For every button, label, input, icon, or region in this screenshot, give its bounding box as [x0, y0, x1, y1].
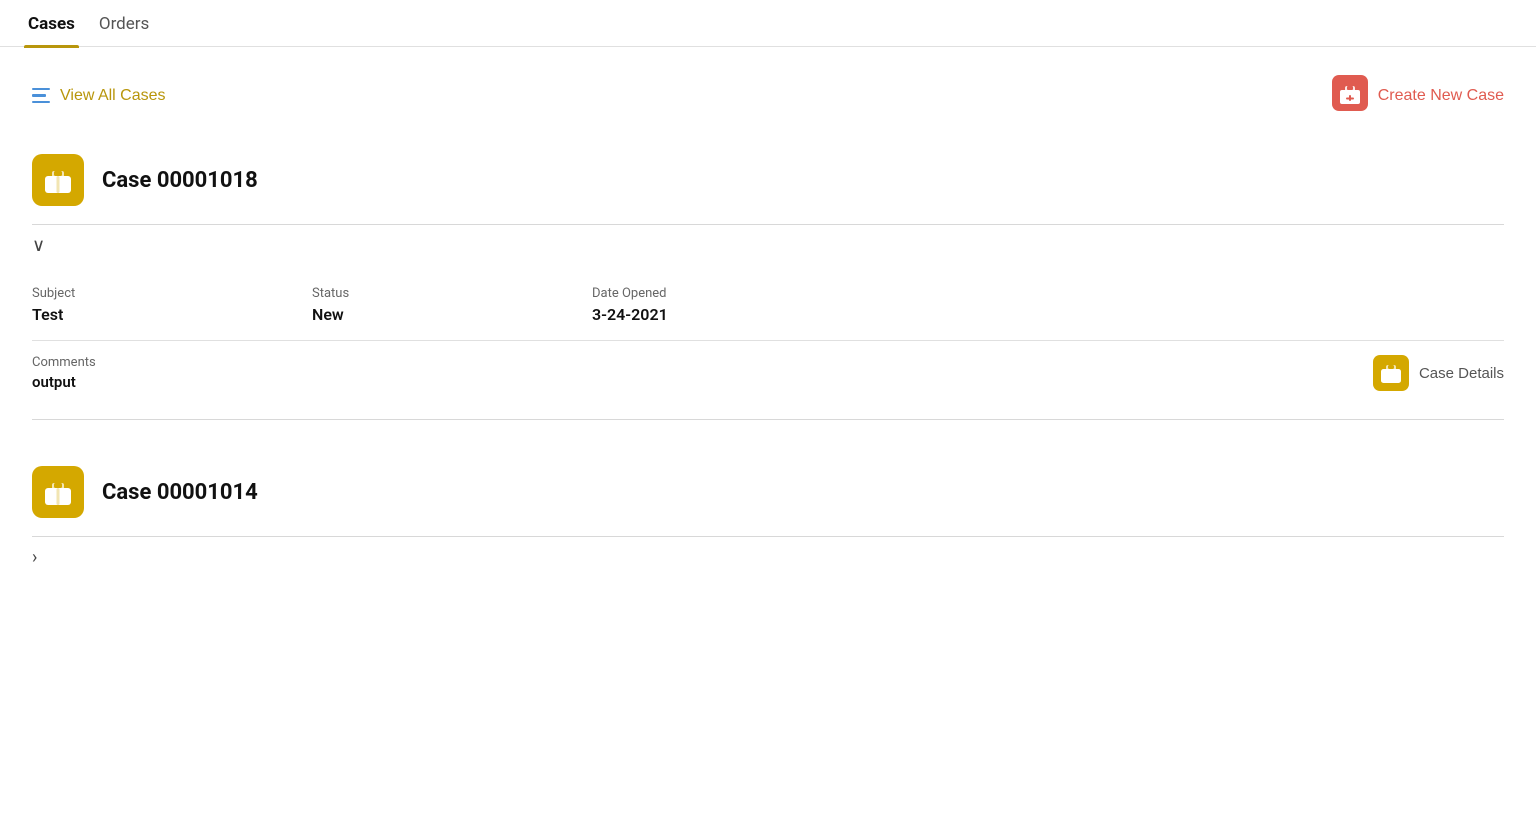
case-block-2: Case 00001014 ›: [0, 448, 1536, 578]
create-case-icon: [1332, 75, 1368, 116]
comments-row-1: Comments output Case Details: [32, 341, 1504, 407]
create-new-case-button[interactable]: Create New Case: [1332, 75, 1504, 116]
chevron-right-icon: ›: [32, 547, 37, 568]
case-fields-1: Subject Test Status New Date Opened 3-24…: [32, 278, 1504, 341]
comments-label: Comments: [32, 355, 96, 370]
case-header-1: Case 00001018: [32, 136, 1504, 224]
field-date: Date Opened 3-24-2021: [592, 286, 792, 324]
case-block-1: Case 00001018 ∨ Subject Test Status New …: [0, 136, 1536, 420]
tab-orders[interactable]: Orders: [95, 0, 169, 46]
field-subject: Subject Test: [32, 286, 232, 324]
tab-bar: Cases Orders: [0, 0, 1536, 47]
case-title-1: Case 00001018: [102, 168, 258, 193]
toolbar: View All Cases Create New Case: [0, 47, 1536, 136]
status-value: New: [312, 305, 512, 324]
tab-cases[interactable]: Cases: [24, 0, 95, 46]
case-details-icon: [1373, 355, 1409, 391]
subject-value: Test: [32, 305, 232, 324]
date-label: Date Opened: [592, 286, 792, 301]
list-icon: [32, 88, 50, 104]
create-label: Create New Case: [1378, 87, 1504, 105]
status-label: Status: [312, 286, 512, 301]
case-icon-1: [32, 154, 84, 206]
comments-value: output: [32, 373, 96, 391]
view-all-cases-button[interactable]: View All Cases: [32, 87, 166, 105]
case-toggle-1[interactable]: ∨: [32, 225, 1504, 266]
field-status: Status New: [312, 286, 512, 324]
subject-label: Subject: [32, 286, 232, 301]
case-spacer: [0, 420, 1536, 448]
comments-section: Comments output: [32, 355, 96, 391]
chevron-down-icon: ∨: [32, 235, 45, 256]
date-value: 3-24-2021: [592, 305, 792, 324]
case-title-2: Case 00001014: [102, 480, 258, 505]
case-icon-2: [32, 466, 84, 518]
case-header-2: Case 00001014: [32, 448, 1504, 536]
case-content-1: Subject Test Status New Date Opened 3-24…: [32, 266, 1504, 407]
case-details-button-1[interactable]: Case Details: [1373, 355, 1504, 391]
case-details-label: Case Details: [1419, 365, 1504, 382]
case-toggle-2[interactable]: ›: [32, 537, 1504, 578]
view-all-label: View All Cases: [60, 87, 166, 105]
